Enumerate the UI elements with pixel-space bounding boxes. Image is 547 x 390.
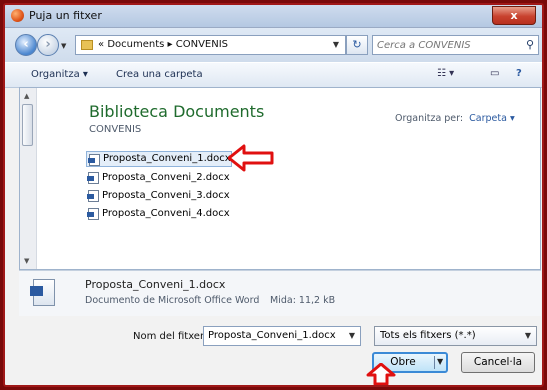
address-bar[interactable]: « Documents ▸ CONVENIS ▼: [75, 35, 346, 55]
back-arrow-icon[interactable]: ‹: [15, 34, 37, 56]
file-list-pane: ▲ ▼ Biblioteca Documents CONVENIS Organi…: [19, 87, 541, 270]
help-icon[interactable]: ?: [516, 68, 522, 79]
arrange-dropdown[interactable]: Carpeta ▾: [469, 113, 515, 124]
chevron-down-icon[interactable]: ▼: [349, 327, 355, 345]
scroll-thumb[interactable]: [22, 104, 33, 146]
scroll-down-icon[interactable]: ▼: [24, 257, 29, 265]
close-button[interactable]: x: [492, 6, 536, 25]
folder-icon: [81, 40, 93, 50]
forward-arrow-icon[interactable]: ›: [37, 34, 59, 56]
breadcrumb-documents[interactable]: Documents: [107, 39, 164, 50]
title-bar: Puja un fitxer x: [5, 5, 542, 28]
split-separator: [434, 356, 435, 369]
preview-pane-icon[interactable]: ▭: [490, 68, 499, 79]
filter-value: Tots els fitxers (*.*): [380, 330, 476, 341]
file-name: Proposta_Conveni_1.docx: [103, 153, 231, 164]
breadcrumb-convenis[interactable]: CONVENIS: [176, 39, 228, 50]
window-title: Puja un fitxer: [29, 9, 102, 22]
address-dropdown-icon[interactable]: ▼: [333, 40, 339, 49]
new-folder-button[interactable]: Crea una carpeta: [116, 69, 203, 80]
history-dropdown-icon[interactable]: ▼: [61, 42, 66, 50]
filename-value: Proposta_Conveni_1.docx: [208, 330, 336, 341]
search-icon[interactable]: ⚲: [526, 38, 534, 51]
details-pane: Proposta_Conveni_1.docx Documento de Mic…: [19, 270, 541, 316]
red-arrow-icon: [228, 144, 274, 172]
details-file-size: Mida: 11,2 kB: [270, 295, 336, 306]
file-upload-dialog: Puja un fitxer x ‹ › ▼ « Documents ▸ CON…: [3, 3, 544, 387]
word-document-icon: [87, 190, 99, 202]
navigation-bar: ‹ › ▼ « Documents ▸ CONVENIS ▼ ↻ ⚲: [5, 28, 542, 62]
word-document-icon: [88, 154, 100, 166]
file-item-4[interactable]: Proposta_Conveni_4.docx: [86, 206, 230, 222]
chevron-down-icon[interactable]: ▼: [437, 357, 443, 366]
views-icon[interactable]: ☷ ▾: [437, 68, 454, 79]
refresh-icon[interactable]: ↻: [346, 35, 368, 55]
file-type-filter[interactable]: Tots els fitxers (*.*) ▼: [374, 326, 537, 346]
organize-menu[interactable]: Organitza ▾: [31, 69, 88, 80]
file-name: Proposta_Conveni_2.docx: [102, 172, 230, 183]
vertical-scrollbar[interactable]: ▲ ▼: [20, 88, 37, 269]
breadcrumb: « Documents ▸ CONVENIS: [98, 39, 228, 50]
details-file-type: Documento de Microsoft Office Word: [85, 295, 260, 306]
red-arrow-icon: [366, 363, 396, 385]
library-title: Biblioteca Documents: [89, 102, 265, 121]
firefox-icon: [11, 9, 24, 22]
chevron-down-icon: ▼: [524, 331, 531, 340]
file-item-3[interactable]: Proposta_Conveni_3.docx: [86, 188, 230, 204]
library-subtitle: CONVENIS: [89, 124, 142, 135]
file-item-1[interactable]: Proposta_Conveni_1.docx: [86, 151, 232, 167]
file-item-2[interactable]: Proposta_Conveni_2.docx: [86, 170, 230, 186]
command-bar: Organitza ▾ Crea una carpeta ☷ ▾ ▭ ?: [5, 62, 542, 88]
breadcrumb-separator[interactable]: ▸: [168, 39, 173, 50]
arrange-by: Organitza per: Carpeta ▾: [395, 113, 515, 124]
details-file-name: Proposta_Conveni_1.docx: [85, 278, 226, 291]
cancel-button[interactable]: Cancel·la: [461, 352, 535, 373]
word-document-icon: [30, 279, 55, 306]
word-document-icon: [87, 208, 99, 220]
scroll-up-icon[interactable]: ▲: [24, 92, 29, 100]
breadcrumb-overflow[interactable]: «: [98, 39, 104, 50]
word-document-icon: [87, 172, 99, 184]
arrange-label: Organitza per:: [395, 113, 464, 124]
search-input[interactable]: [377, 38, 517, 52]
file-name: Proposta_Conveni_4.docx: [102, 208, 230, 219]
file-name: Proposta_Conveni_3.docx: [102, 190, 230, 201]
search-box[interactable]: ⚲: [372, 35, 539, 55]
filename-label: Nom del fitxer:: [133, 331, 208, 342]
filename-field[interactable]: Proposta_Conveni_1.docx ▼: [203, 326, 361, 346]
